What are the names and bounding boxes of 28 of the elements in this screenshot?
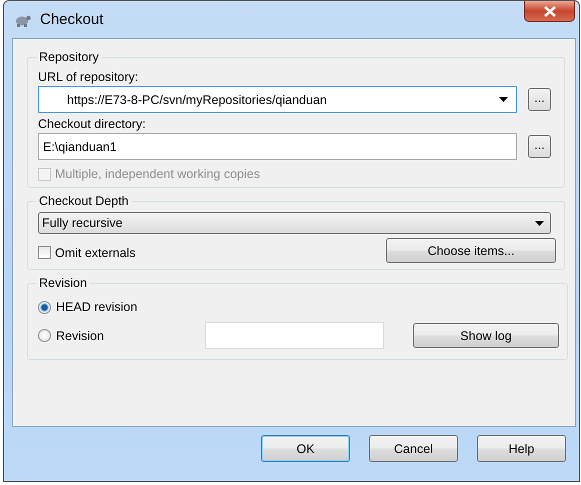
radio-label: HEAD revision [56,300,138,314]
checkbox-label: Multiple, independent working copies [55,167,260,181]
checkbox-label: Omit externals [55,246,136,260]
group-title: Checkout Depth [38,194,130,208]
close-button[interactable] [524,1,575,22]
field-label: URL of repository: [38,70,140,84]
window-title: Checkout [40,11,104,28]
browse-button[interactable]: ... [528,135,551,158]
group-title: Revision [38,276,88,290]
caret-icon [499,97,508,102]
radio-button[interactable] [38,300,51,314]
caret-icon [535,220,544,226]
checkbox[interactable] [38,246,51,259]
dialog-button[interactable]: OK [261,435,350,462]
directory-field[interactable]: E:\qianduan1 [38,133,517,160]
group-title: Repository [38,50,100,64]
url-combo-box[interactable]: https://E73-8-PC/svn/myRepositories/qianduan [38,86,517,113]
depth-dropdown[interactable]: Fully recursive [38,212,551,234]
show-log-button[interactable]: Show log [413,323,559,348]
radio-label: Revision [56,328,105,342]
close-icon [544,6,556,16]
dialog-button[interactable]: Cancel [369,435,458,462]
dialog-button[interactable]: Help [477,435,566,462]
browse-button[interactable]: ... [528,88,551,111]
radio-button[interactable] [38,329,51,342]
revision-field[interactable] [205,322,384,349]
choose-items-button[interactable]: Choose items... [386,238,556,263]
field-label: Checkout directory: [38,117,147,131]
